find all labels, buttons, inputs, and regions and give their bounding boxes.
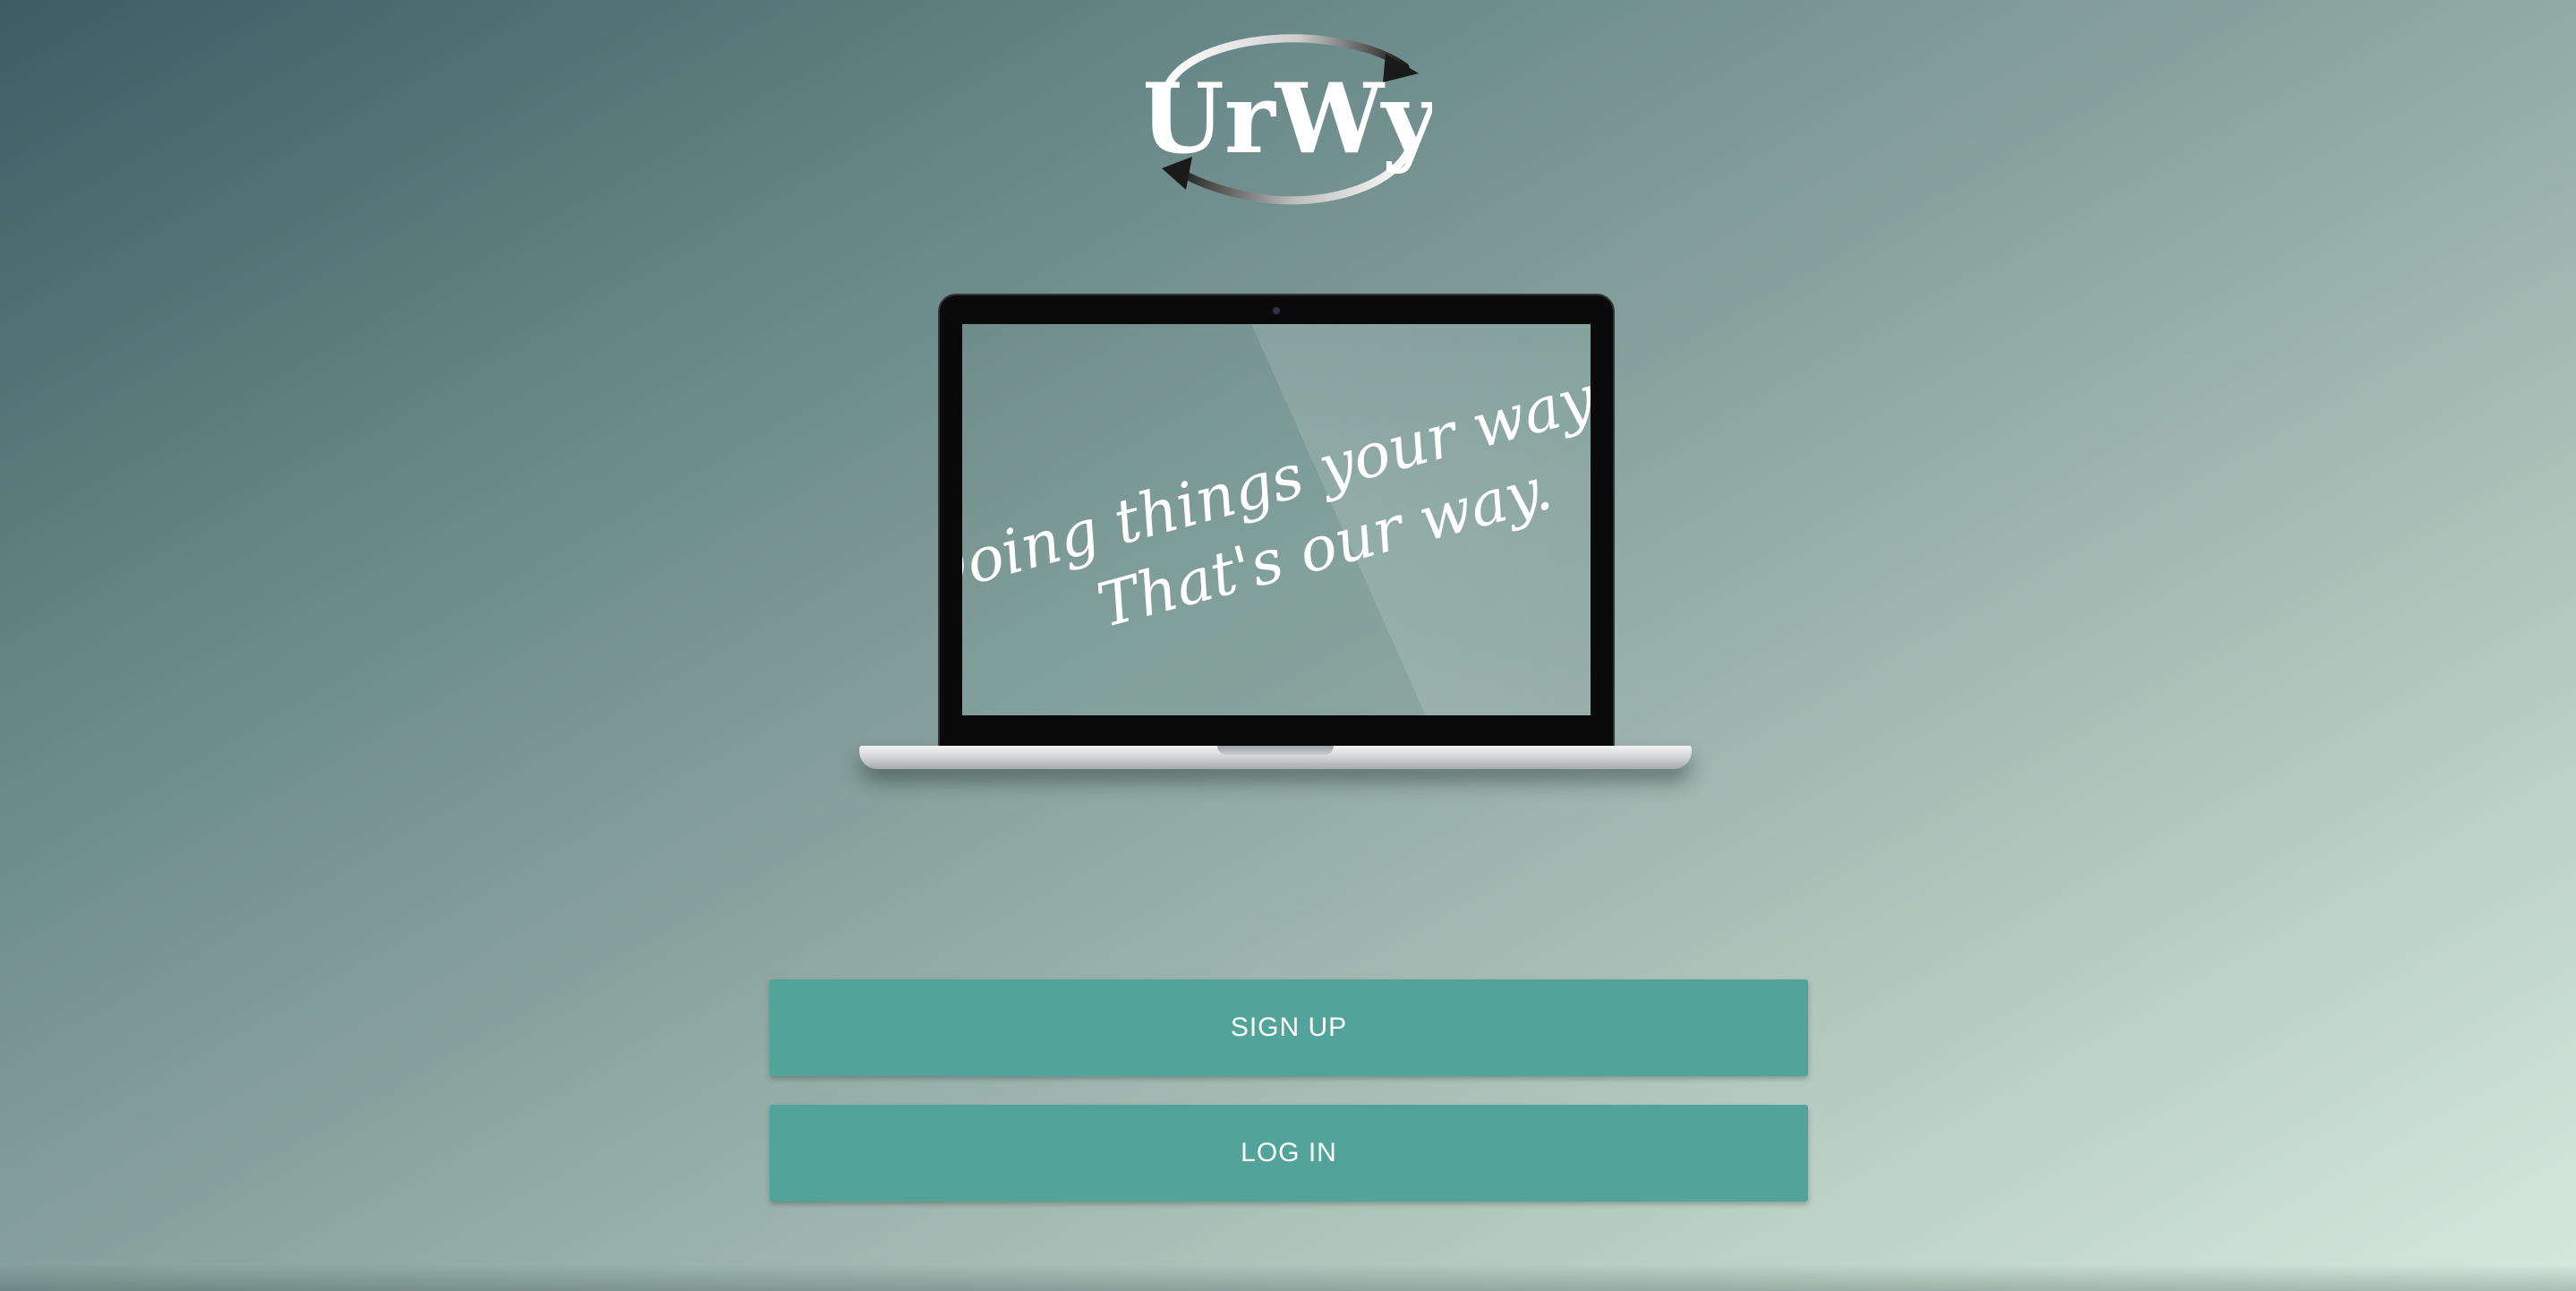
logo-wordmark: UrWy: [1146, 63, 1432, 175]
camera-icon: [1273, 307, 1280, 314]
laptop-notch: [1217, 746, 1334, 755]
log-in-button[interactable]: LOG IN: [770, 1105, 1808, 1201]
sign-up-button[interactable]: SIGN UP: [770, 979, 1808, 1076]
landing-page: UrWy Doing things your way. That's our w…: [0, 0, 2576, 1291]
laptop-base: [859, 746, 1692, 769]
laptop-illustration: Doing things your way. That's our way.: [859, 295, 1692, 779]
logo-graphic: UrWy: [1146, 34, 1432, 205]
laptop-lid: Doing things your way. That's our way.: [940, 295, 1613, 748]
app-logo: UrWy: [1146, 27, 1432, 215]
laptop-screen: Doing things your way. That's our way.: [962, 324, 1591, 715]
bottom-shade: [0, 1264, 2576, 1291]
